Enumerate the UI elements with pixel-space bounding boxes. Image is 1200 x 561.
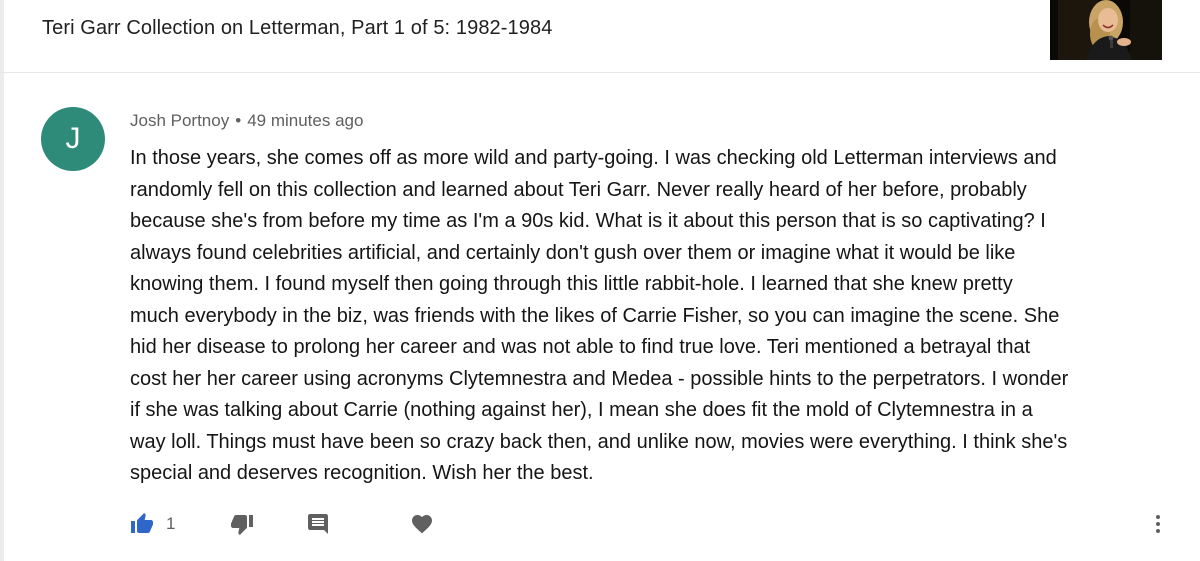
avatar[interactable]: J: [41, 107, 105, 171]
comment-line: if she was talking about Carrie (nothing…: [130, 399, 1033, 421]
comment-timestamp[interactable]: 49 minutes ago: [247, 111, 363, 130]
video-thumbnail[interactable]: [1050, 0, 1162, 60]
comment-line: randomly fell on this collection and lea…: [130, 178, 1027, 201]
avatar-letter: J: [65, 122, 81, 155]
comment-icon: [308, 514, 328, 534]
more-vert-icon: [1156, 515, 1160, 533]
comment-line: always found celebrities artificial, and…: [130, 241, 1016, 264]
thumbs-down-icon: [231, 515, 253, 535]
comment-line: because she's from before my time as I'm…: [130, 210, 1046, 232]
comment-actions: 1: [130, 508, 1170, 540]
video-title[interactable]: Teri Garr Collection on Letterman, Part …: [42, 17, 552, 40]
thumbs-up-icon: [131, 513, 153, 533]
comment-line: cost her her career using acronyms Clyte…: [130, 367, 1069, 390]
header-divider: [0, 72, 1200, 73]
comment-meta: Josh Portnoy • 49 minutes ago: [130, 111, 363, 131]
reply-button[interactable]: [306, 508, 330, 540]
meta-separator: •: [235, 111, 242, 130]
heart-button[interactable]: [410, 508, 434, 540]
comment-line: hid her disease to prolong her career an…: [130, 336, 1031, 358]
comment-line: special and deserves recognition. Wish h…: [130, 462, 594, 484]
thumbnail-image: [1050, 0, 1162, 60]
heart-icon: [412, 515, 432, 534]
dislike-button[interactable]: [230, 508, 254, 540]
like-count: 1: [166, 514, 176, 533]
comment-line: knowing them. I found myself then going …: [130, 273, 1013, 295]
comment-line: In those years, she comes off as more wi…: [130, 147, 1057, 169]
comment-text: In those years, she comes off as more wi…: [130, 143, 1170, 490]
like-button[interactable]: 1: [130, 508, 175, 540]
comment-page: Teri Garr Collection on Letterman, Part …: [0, 0, 1200, 561]
comment-line: way loll. Things must have been so crazy…: [130, 430, 1068, 453]
comment-line: much everybody in the biz, was friends w…: [130, 304, 1060, 327]
left-edge: [0, 0, 4, 561]
video-header[interactable]: Teri Garr Collection on Letterman, Part …: [0, 0, 1200, 72]
author-name[interactable]: Josh Portnoy: [130, 111, 229, 130]
more-options-button[interactable]: [1140, 508, 1176, 540]
